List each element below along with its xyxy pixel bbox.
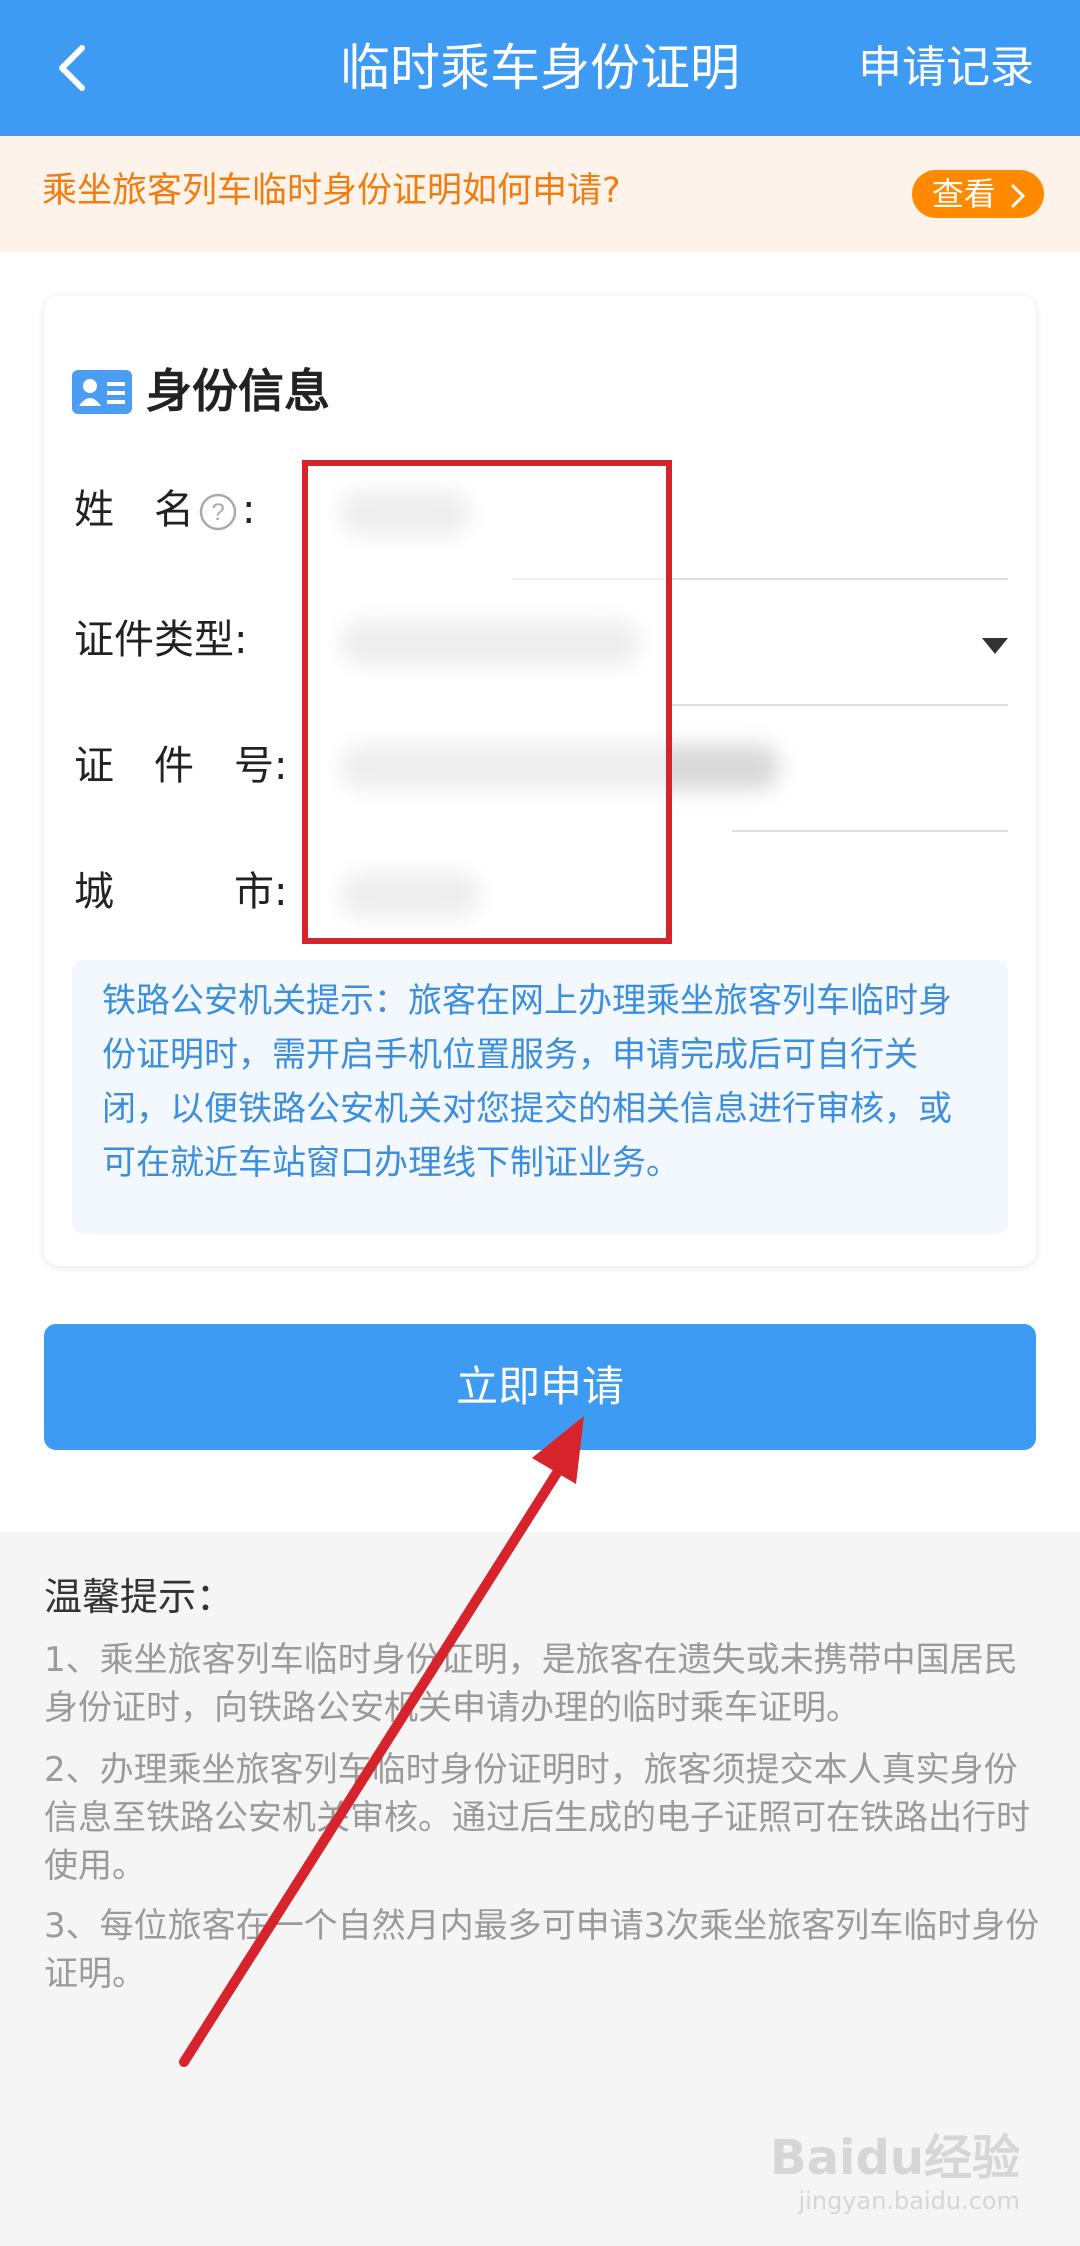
banner-text: 乘坐旅客列车临时身份证明如何申请? bbox=[42, 171, 621, 211]
police-notice-box: 铁路公安机关提示：旅客在网上办理乘坐旅客列车临时身份证明时，需开启手机位置服务，… bbox=[72, 960, 1008, 1234]
id-type-label: 证件类型: bbox=[74, 617, 248, 663]
view-button-label: 查看 bbox=[931, 175, 996, 213]
id-card-icon bbox=[72, 370, 132, 414]
view-button[interactable]: 查看 bbox=[911, 170, 1044, 218]
tips-title: 温馨提示： bbox=[44, 1575, 235, 1619]
watermark-url: jingyan.baidu.com bbox=[798, 2187, 1020, 2215]
tip-item: 1、乘坐旅客列车临时身份证明，是旅客在遗失或未携带中国居民身份证时，向铁路公安机… bbox=[44, 1640, 1018, 1728]
chevron-right-icon bbox=[1011, 184, 1026, 208]
apply-now-button[interactable]: 立即申请 bbox=[44, 1324, 1036, 1450]
help-icon[interactable]: ? bbox=[198, 492, 238, 532]
dropdown-arrow-icon[interactable] bbox=[982, 638, 1008, 654]
police-notice-text: 铁路公安机关提示：旅客在网上办理乘坐旅客列车临时身份证明时，需开启手机位置服务，… bbox=[102, 981, 952, 1183]
id-type-underline bbox=[672, 704, 1008, 706]
redaction-highlight-box bbox=[302, 460, 672, 944]
application-record-link[interactable]: 申请记录 bbox=[858, 36, 1034, 100]
identity-info-title: 身份信息 bbox=[146, 364, 330, 418]
tip-item: 3、每位旅客在一个自然月内最多可申请3次乘坐旅客列车临时身份证明。 bbox=[44, 1906, 1040, 1994]
top-nav-bar: 临时乘车身份证明 申请记录 bbox=[0, 0, 1080, 136]
city-label: 城 市: bbox=[74, 869, 288, 915]
how-to-apply-banner[interactable]: 乘坐旅客列车临时身份证明如何申请? 查看 bbox=[0, 136, 1080, 252]
tip-item: 2、办理乘坐旅客列车临时身份证明时，旅客须提交本人真实身份信息至铁路公安机关审核… bbox=[44, 1750, 1030, 1886]
name-label: 姓 名?: bbox=[74, 487, 256, 533]
id-number-underline bbox=[732, 830, 1008, 832]
watermark-logo: Baidu经验 bbox=[770, 2130, 1020, 2186]
baidu-jingyan-watermark: Baidu经验 jingyan.baidu.com bbox=[770, 2130, 1020, 2216]
id-number-label: 证 件 号: bbox=[74, 743, 288, 789]
svg-text:?: ? bbox=[211, 499, 224, 526]
